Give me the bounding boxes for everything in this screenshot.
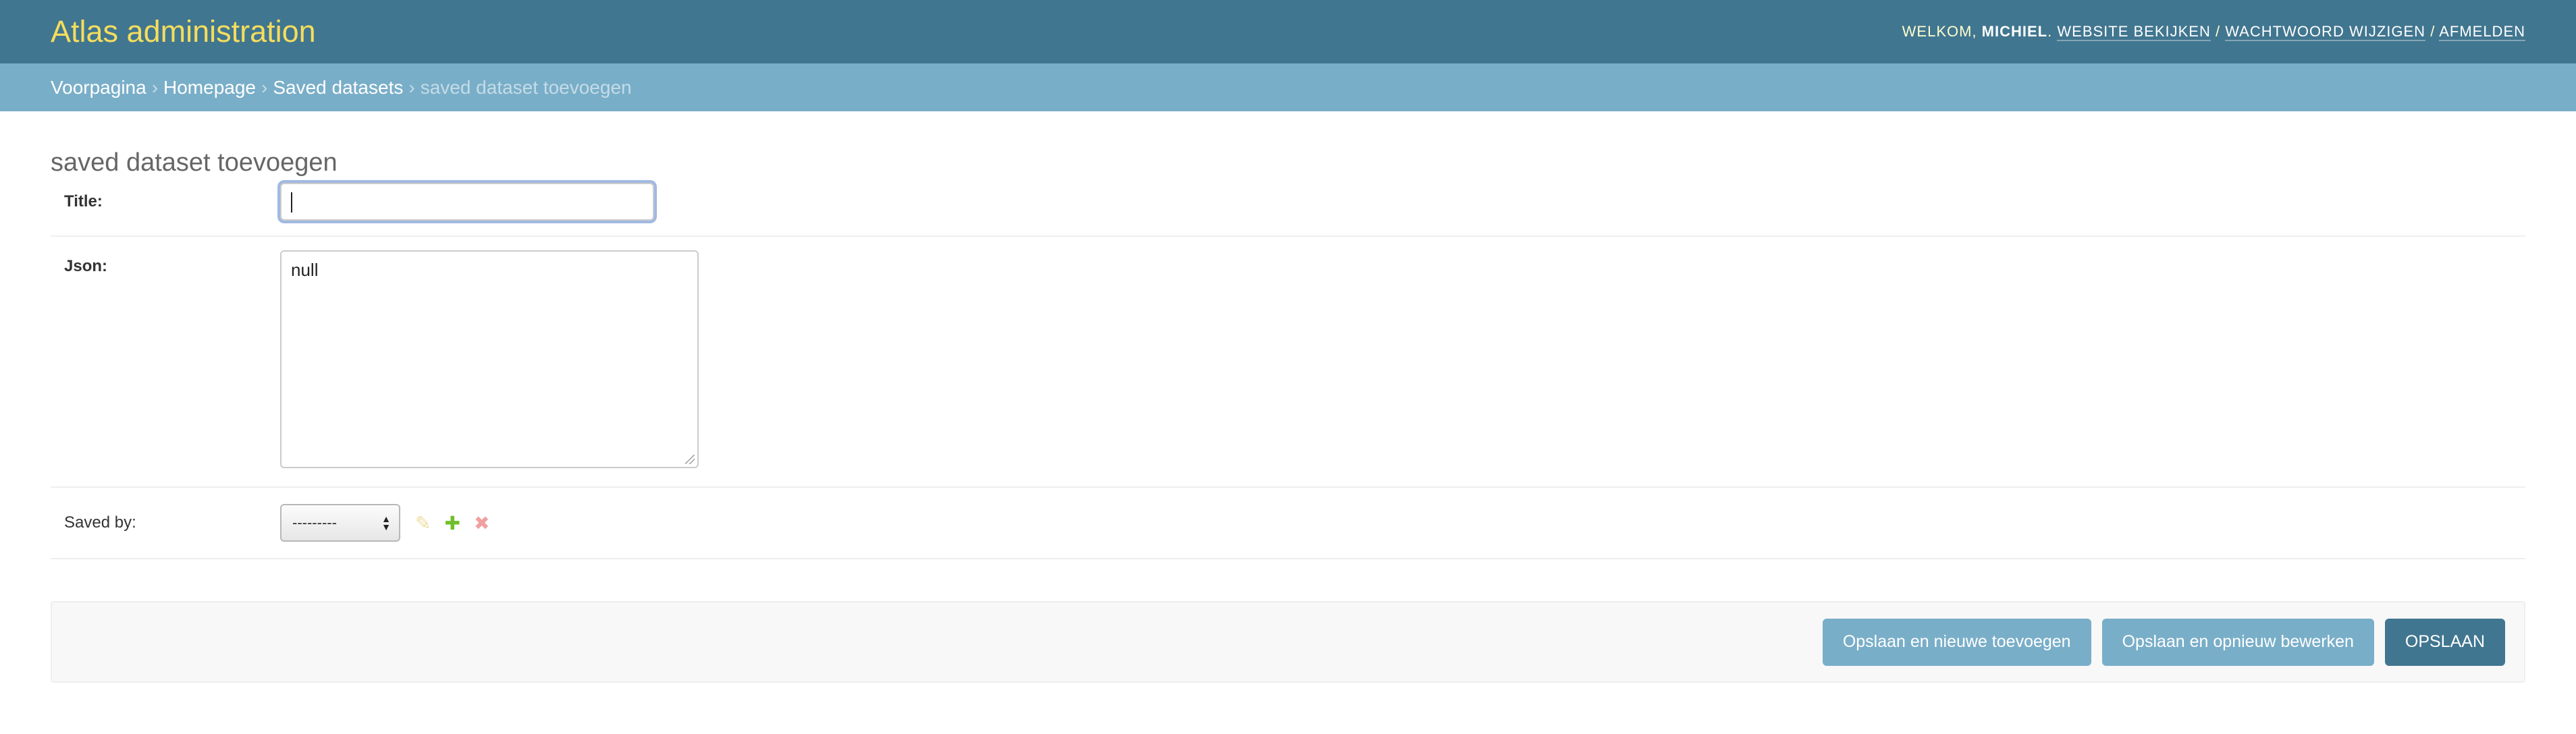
form-row-title: Title:: [51, 168, 2525, 237]
select-arrows-icon: ▲ ▼: [381, 513, 391, 532]
submit-row: Opslaan en nieuwe toevoegen Opslaan en o…: [51, 601, 2525, 683]
breadcrumb-separator: ›: [408, 76, 415, 98]
breadcrumb-homepage[interactable]: Homepage: [163, 77, 256, 98]
breadcrumb-separator: ›: [151, 76, 159, 98]
breadcrumb-saved-datasets[interactable]: Saved datasets: [273, 77, 403, 98]
save-and-continue-button[interactable]: Opslaan en opnieuw bewerken: [2101, 618, 2374, 666]
page-title: saved dataset toevoegen: [51, 148, 338, 177]
save-and-add-another-button[interactable]: Opslaan en nieuwe toevoegen: [1822, 618, 2091, 666]
saved-by-selected-value: ---------: [292, 514, 337, 531]
form-row-saved-by: Saved by: --------- ▲ ▼ ✎ ✚ ✖: [51, 488, 2525, 559]
content: saved dataset toevoegen Title: Json: nul…: [0, 111, 2576, 683]
form-row-json: Json: null: [51, 237, 2525, 488]
breadcrumb-home[interactable]: Voorpagina: [51, 77, 146, 98]
save-button[interactable]: Opslaan: [2384, 618, 2505, 666]
breadcrumb: Voorpagina › Homepage › Saved datasets ›…: [0, 63, 2576, 111]
json-textarea[interactable]: null: [280, 250, 699, 468]
saved-by-select[interactable]: --------- ▲ ▼: [280, 504, 400, 542]
related-actions: ✎ ✚ ✖: [415, 512, 489, 534]
saved-by-label: Saved by:: [64, 513, 136, 532]
x-icon[interactable]: ✖: [474, 512, 489, 534]
breadcrumb-separator: ›: [261, 76, 268, 98]
plus-icon[interactable]: ✚: [444, 512, 460, 534]
view-site-link[interactable]: Website bekijken: [2057, 23, 2211, 41]
title-label: Title:: [64, 192, 103, 210]
header: Atlas administration Welkom, Michiel. We…: [0, 0, 2576, 63]
json-label: Json:: [64, 257, 108, 275]
resize-handle-icon[interactable]: [685, 455, 695, 464]
welcome-text: Welkom,: [1902, 23, 1977, 40]
title-input[interactable]: [280, 183, 654, 221]
site-title[interactable]: Atlas administration: [51, 14, 316, 49]
user-tools: Welkom, Michiel. Website bekijken / Wach…: [1902, 23, 2525, 41]
json-value: null: [291, 260, 319, 280]
pencil-icon[interactable]: ✎: [415, 512, 431, 534]
logout-link[interactable]: Afmelden: [2439, 23, 2525, 41]
breadcrumb-current: saved dataset toevoegen: [420, 76, 632, 98]
username: Michiel: [1981, 23, 2048, 40]
text-caret: [291, 192, 292, 213]
change-password-link[interactable]: Wachtwoord wijzigen: [2225, 23, 2426, 41]
